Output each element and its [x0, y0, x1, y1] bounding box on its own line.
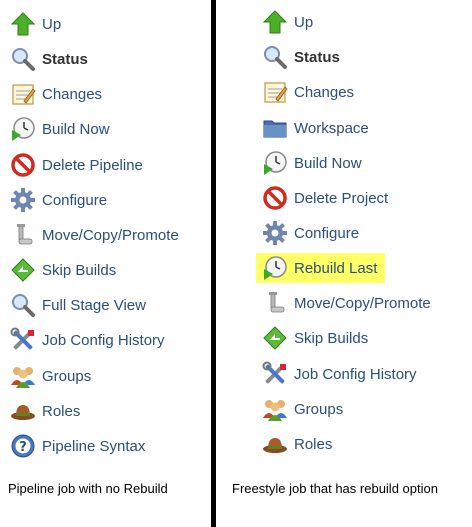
magnifier-icon — [10, 292, 36, 318]
sidebar-item-label: Status — [294, 48, 340, 66]
sidebar-item-move-copy-promote[interactable]: Move/Copy/Promote — [10, 220, 179, 250]
no-entry-icon — [262, 185, 288, 211]
sidebar-item-delete-project[interactable]: Delete Project — [262, 183, 388, 213]
sidebar-item-workspace[interactable]: Workspace — [262, 113, 369, 143]
sidebar-item-groups[interactable]: Groups — [262, 394, 343, 424]
clock-play-icon — [10, 116, 36, 142]
svg-text:?: ? — [19, 440, 27, 455]
sidebar-item-delete-pipeline[interactable]: Delete Pipeline — [10, 150, 143, 180]
sidebar-item-changes[interactable]: Changes — [10, 79, 102, 109]
sidebar-item-label: Roles — [294, 435, 333, 453]
group-icon — [10, 363, 36, 389]
sidebar-item-build-now[interactable]: Build Now — [10, 114, 110, 144]
sidebar-item-label: Job Config History — [294, 365, 417, 383]
hat-icon — [262, 431, 288, 457]
sidebar-item-changes[interactable]: Changes — [262, 77, 354, 107]
skip-diamond-icon — [262, 325, 288, 351]
sidebar-item-label: Full Stage View — [42, 296, 146, 314]
pipe-icon — [10, 222, 36, 248]
sidebar-item-move-copy-promote[interactable]: Move/Copy/Promote — [262, 288, 431, 318]
left-caption: Pipeline job with no Rebuild — [8, 481, 168, 496]
sidebar-item-label: Build Now — [294, 154, 362, 172]
sidebar-item-label: Groups — [42, 367, 92, 385]
sidebar-item-label: Move/Copy/Promote — [42, 226, 179, 244]
clock-play-icon — [262, 150, 288, 176]
up-arrow-icon — [10, 11, 36, 37]
sidebar-item-label: Skip Builds — [294, 329, 369, 347]
pipe-icon — [262, 290, 288, 316]
tools-icon — [10, 327, 36, 353]
sidebar-item-groups[interactable]: Groups — [10, 361, 91, 391]
sidebar-item-label: Build Now — [42, 120, 110, 138]
sidebar-item-status[interactable]: Status — [262, 42, 340, 72]
sidebar-item-label: Up — [294, 13, 314, 31]
folder-icon — [262, 115, 288, 141]
panel-divider — [211, 0, 216, 527]
up-arrow-icon — [262, 9, 288, 35]
sidebar-item-up[interactable]: Up — [10, 9, 61, 39]
help-icon: ? — [10, 433, 36, 459]
hat-icon — [10, 398, 36, 424]
sidebar-item-label: Configure — [294, 224, 360, 242]
gear-icon — [10, 187, 36, 213]
sidebar-item-label: Up — [42, 15, 62, 33]
gear-icon — [262, 220, 288, 246]
sidebar-item-configure[interactable]: Configure — [10, 185, 107, 215]
sidebar-item-full-stage-view[interactable]: Full Stage View — [10, 290, 146, 320]
sidebar-item-roles[interactable]: Roles — [262, 429, 332, 459]
sidebar-item-label: Delete Pipeline — [42, 156, 143, 174]
sidebar-item-status[interactable]: Status — [10, 44, 88, 74]
skip-diamond-icon — [10, 257, 36, 283]
sidebar-item-label: Move/Copy/Promote — [294, 294, 431, 312]
sidebar-item-label: Roles — [42, 402, 81, 420]
sidebar-item-label: Configure — [42, 191, 108, 209]
sidebar-item-pipeline-syntax[interactable]: ? Pipeline Syntax — [10, 431, 145, 461]
no-entry-icon — [10, 152, 36, 178]
sidebar-item-label: Skip Builds — [42, 261, 117, 279]
sidebar-item-label: Rebuild Last — [294, 259, 378, 277]
sidebar-item-label: Status — [42, 50, 88, 68]
sidebar-item-skip-builds[interactable]: Skip Builds — [262, 323, 368, 353]
sidebar-item-label: Job Config History — [42, 331, 165, 349]
group-icon — [262, 396, 288, 422]
sidebar-item-skip-builds[interactable]: Skip Builds — [10, 255, 116, 285]
right-caption: Freestyle job that has rebuild option — [232, 481, 438, 496]
magnifier-icon — [10, 46, 36, 72]
notepad-icon — [262, 79, 288, 105]
sidebar-item-rebuild-last[interactable]: Rebuild Last — [256, 253, 386, 283]
sidebar-item-label: Pipeline Syntax — [42, 437, 146, 455]
sidebar-item-build-now[interactable]: Build Now — [262, 148, 362, 178]
sidebar-item-up[interactable]: Up — [262, 7, 313, 37]
sidebar-item-roles[interactable]: Roles — [10, 396, 80, 426]
sidebar-item-configure[interactable]: Configure — [262, 218, 359, 248]
sidebar-item-label: Groups — [294, 400, 344, 418]
magnifier-icon — [262, 44, 288, 70]
sidebar-item-label: Changes — [294, 83, 355, 101]
sidebar-item-job-config-history[interactable]: Job Config History — [10, 325, 165, 355]
sidebar-item-label: Changes — [42, 85, 103, 103]
sidebar-item-job-config-history[interactable]: Job Config History — [262, 359, 417, 389]
tools-icon — [262, 361, 288, 387]
sidebar-item-label: Delete Project — [294, 189, 389, 207]
notepad-icon — [10, 81, 36, 107]
sidebar-item-label: Workspace — [294, 119, 369, 137]
clock-play-icon — [262, 255, 288, 281]
